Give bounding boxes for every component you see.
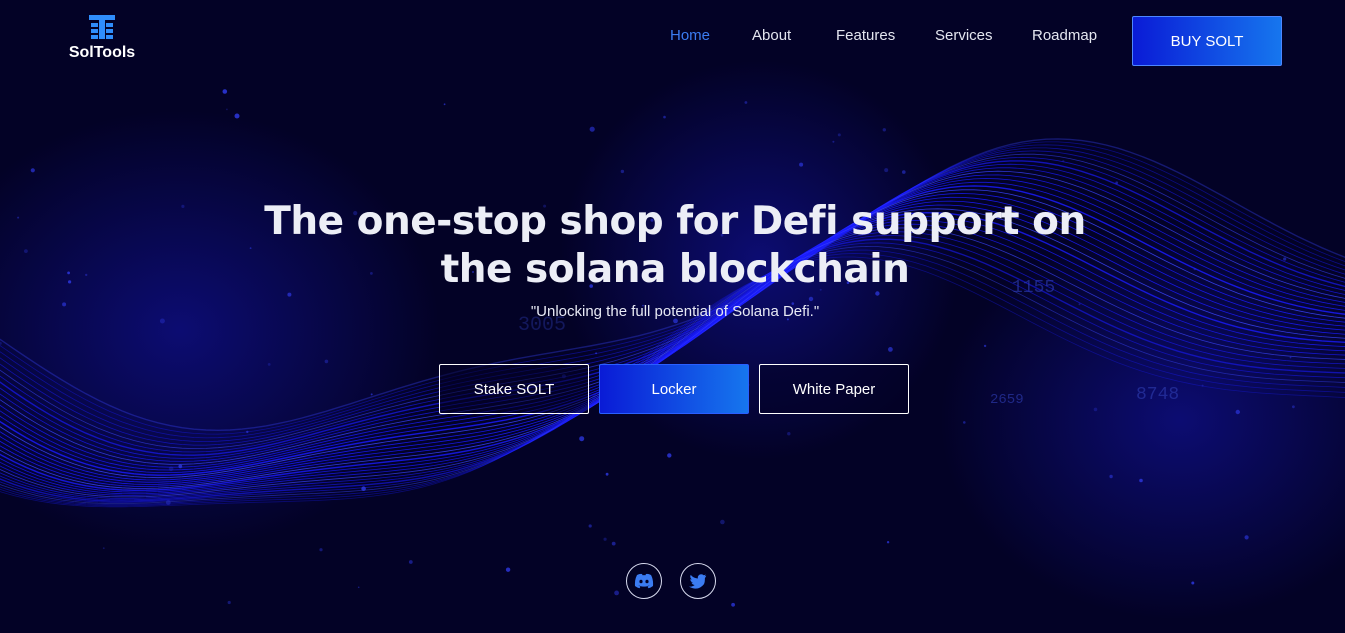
bg-particle — [888, 347, 893, 352]
bg-particle — [370, 393, 373, 396]
bg-particle — [165, 500, 171, 505]
bg-particle — [884, 168, 889, 173]
bg-particle — [882, 128, 886, 132]
bg-particle — [1109, 474, 1113, 479]
bg-particle — [24, 249, 28, 254]
bg-particle — [744, 101, 748, 104]
hero-subtitle: "Unlocking the full potential of Solana … — [530, 303, 820, 320]
bg-particle — [1062, 160, 1065, 163]
bg-particle — [1244, 535, 1249, 540]
bg-particle — [178, 464, 183, 469]
twitter-link[interactable] — [680, 563, 716, 599]
bg-particle — [603, 537, 607, 541]
bg-particle — [595, 352, 597, 355]
bg-particle — [799, 162, 804, 167]
bg-particle — [667, 453, 672, 458]
bg-particle — [614, 590, 619, 596]
hero-title-line1: The one-stop shop for Defi support on — [264, 199, 1086, 244]
bg-particle — [589, 126, 595, 132]
nav-services[interactable]: Services — [935, 27, 993, 44]
bg-particle — [357, 586, 360, 589]
bg-particle — [227, 600, 231, 605]
bg-particle — [319, 548, 323, 552]
bg-number: 8748 — [1136, 385, 1179, 405]
bg-particle — [85, 273, 88, 277]
bg-particle — [1193, 267, 1197, 271]
bg-particle — [181, 204, 185, 208]
bg-particle — [731, 602, 735, 607]
bg-particle — [443, 103, 446, 106]
bg-particle — [787, 432, 791, 436]
bg-particle — [68, 280, 72, 284]
hero-title: The one-stop shop for Defi support on th… — [260, 198, 1090, 294]
soltools-logo-icon — [89, 15, 115, 39]
bg-particle — [159, 318, 165, 324]
nav-roadmap[interactable]: Roadmap — [1032, 27, 1097, 44]
brand-name: SolTools — [68, 44, 136, 61]
bg-particle — [361, 486, 366, 492]
bg-particle — [102, 547, 105, 550]
bg-particle — [246, 430, 249, 434]
bg-particle — [17, 216, 20, 219]
bg-particle — [408, 560, 413, 564]
nav-home[interactable]: Home — [670, 27, 710, 44]
bg-particle — [720, 519, 725, 525]
stake-solt-button[interactable]: Stake SOLT — [439, 364, 589, 414]
bg-particle — [1078, 303, 1081, 306]
bg-particle — [1235, 409, 1241, 415]
bg-particle — [62, 302, 67, 307]
bg-particle — [963, 421, 966, 424]
bg-particle — [1292, 405, 1295, 409]
bg-particle — [837, 133, 841, 137]
bg-particle — [1201, 384, 1204, 387]
discord-link[interactable] — [626, 563, 662, 599]
bg-particle — [1115, 181, 1119, 185]
bg-particle — [234, 113, 240, 119]
bg-particle — [222, 89, 228, 94]
bg-particle — [808, 296, 814, 302]
white-paper-button[interactable]: White Paper — [759, 364, 909, 414]
discord-icon — [634, 573, 654, 589]
bg-particle — [1283, 257, 1287, 261]
bg-particle — [663, 115, 666, 119]
bg-particle — [620, 169, 625, 174]
bg-particle — [832, 140, 835, 143]
buy-solt-button[interactable]: BUY SOLT — [1132, 16, 1282, 66]
bg-particle — [902, 170, 906, 174]
twitter-icon — [689, 573, 707, 589]
bg-particle — [1139, 478, 1143, 483]
bg-particle — [324, 359, 329, 364]
brand-logo[interactable]: SolTools — [64, 12, 140, 64]
bg-particle — [611, 541, 616, 546]
nav-about[interactable]: About — [752, 27, 791, 44]
bg-particle — [30, 168, 35, 173]
bg-particle — [168, 466, 174, 472]
hero-title-line2: the solana blockchain — [440, 247, 910, 292]
bg-particle — [579, 436, 585, 442]
bg-particle — [267, 363, 271, 366]
bg-particle — [1093, 407, 1098, 412]
bg-particle — [1289, 356, 1292, 359]
bg-particle — [226, 108, 228, 111]
bg-number: 2659 — [990, 392, 1024, 408]
bg-particle — [67, 271, 70, 275]
bg-particle — [983, 344, 987, 348]
bg-particle — [588, 524, 592, 528]
bg-particle — [249, 247, 252, 250]
bg-particle — [605, 472, 609, 476]
bg-particle — [505, 567, 511, 572]
bg-particle — [886, 541, 890, 544]
nav-features[interactable]: Features — [836, 27, 895, 44]
locker-button[interactable]: Locker — [599, 364, 749, 414]
bg-particle — [1191, 581, 1195, 585]
